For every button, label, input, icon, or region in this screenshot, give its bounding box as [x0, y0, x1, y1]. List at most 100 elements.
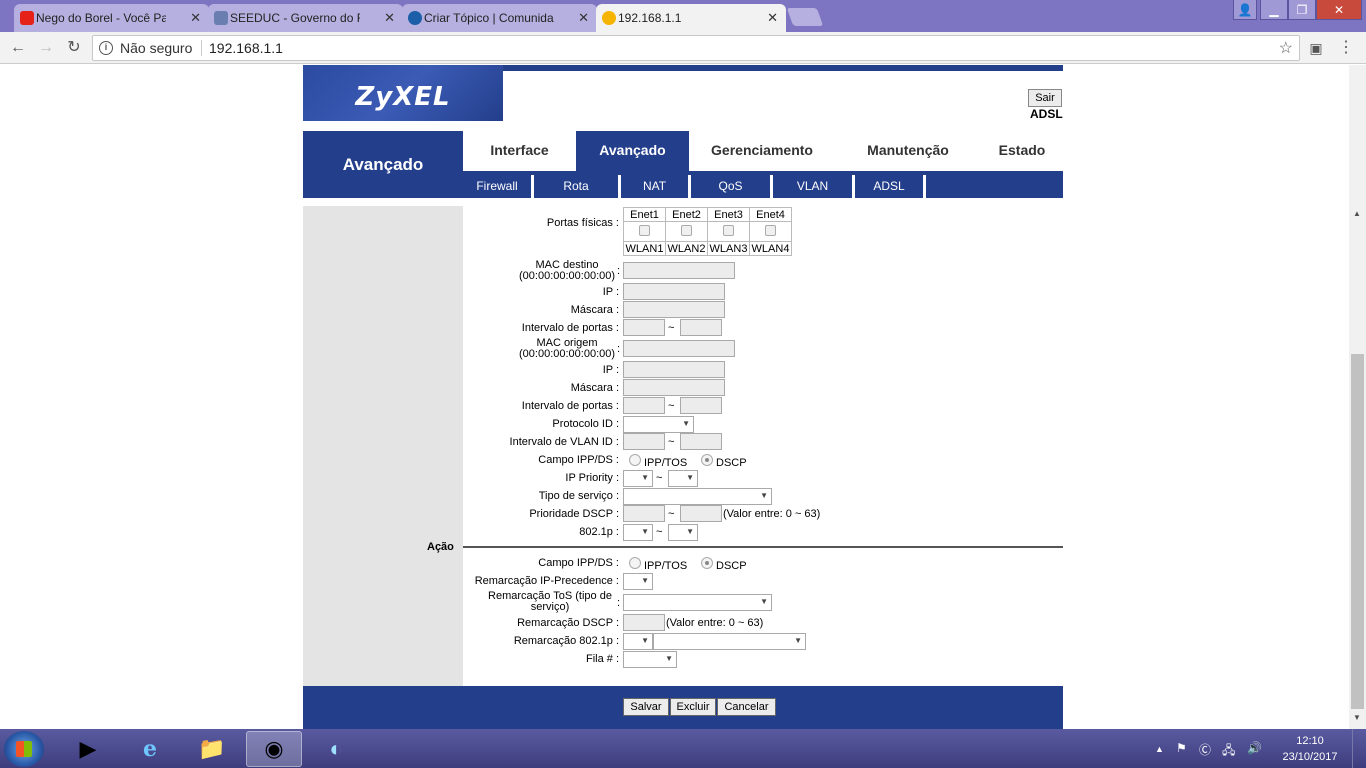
dest-mask-input[interactable] — [623, 301, 725, 318]
tab-interface[interactable]: Interface — [463, 131, 576, 171]
internet-explorer-icon[interactable]: e — [122, 731, 178, 767]
network-icon[interactable]: 🖧 — [1222, 741, 1235, 762]
vlan-start-input[interactable] — [623, 433, 665, 450]
ipp-tos-radio[interactable] — [629, 454, 641, 466]
subtab-adsl[interactable]: ADSL — [855, 175, 926, 198]
action-ipp-tos-radio[interactable] — [629, 557, 641, 569]
ip-priority-start-select[interactable] — [623, 470, 653, 487]
reload-icon[interactable]: ↻ — [64, 38, 84, 58]
port-checkbox-enet1[interactable] — [639, 224, 650, 236]
src-mask-input[interactable] — [623, 379, 725, 396]
scroll-up-icon[interactable]: ▲ — [1353, 209, 1361, 218]
action-ipp-tos-label: IPP/TOS — [644, 560, 688, 572]
browser-tab-youtube[interactable]: Nego do Borel - Você Pa ✕ — [14, 4, 209, 32]
minimize-icon[interactable]: ▁ — [1260, 0, 1288, 20]
action-section-title: Ação — [427, 541, 454, 553]
tab-manutencao[interactable]: Manutenção — [835, 131, 981, 171]
clock-date: 23/10/2017 — [1282, 751, 1338, 763]
bookmark-star-icon[interactable]: ☆ — [1279, 38, 1293, 58]
port-label: WLAN4 — [749, 241, 792, 256]
ports-table: Enet1 Enet2 Enet3 Enet4 WLAN1 WLAN2 WLAN… — [623, 207, 792, 256]
forward-icon[interactable]: → — [36, 38, 56, 58]
new-tab-button[interactable] — [786, 8, 824, 26]
close-window-icon[interactable]: ✕ — [1316, 0, 1362, 20]
ccleaner-icon[interactable]: ◐ — [308, 731, 364, 767]
scrollbar-thumb[interactable] — [1351, 354, 1364, 709]
dscp-start-input[interactable] — [623, 505, 665, 522]
logout-button[interactable]: Sair — [1028, 89, 1062, 107]
action-dscp-radio[interactable] — [701, 557, 713, 569]
tab-gerenciamento[interactable]: Gerenciamento — [689, 131, 835, 171]
mac-src-label: MAC origem (00:00:00:00:00:00) — [519, 338, 615, 360]
browser-tab-router[interactable]: 192.168.1.1 ✕ — [596, 4, 786, 32]
media-player-icon[interactable]: ▶ — [60, 731, 116, 767]
remark-tos-select[interactable] — [623, 594, 772, 611]
remark-dscp-input[interactable] — [623, 614, 665, 631]
port-label: WLAN2 — [665, 241, 708, 256]
back-icon[interactable]: ← — [8, 38, 28, 58]
dest-port-start-input[interactable] — [623, 319, 665, 336]
tab-estado[interactable]: Estado — [981, 131, 1063, 171]
port-checkbox-enet2[interactable] — [681, 224, 692, 236]
remark-8021p-select[interactable] — [623, 633, 653, 650]
dest-port-end-input[interactable] — [680, 319, 722, 336]
subtab-qos[interactable]: QoS — [691, 175, 773, 198]
dest-ip-label: IP : — [602, 286, 619, 298]
protocol-select[interactable] — [623, 416, 694, 433]
remark-8021p-value-select[interactable] — [653, 633, 806, 650]
src-ip-input[interactable] — [623, 361, 725, 378]
subtab-rota[interactable]: Rota — [534, 175, 621, 198]
mac-dest-hint: (00:00:00:00:00:00) — [519, 270, 616, 282]
browser-tab-seeduc[interactable]: SEEDUC - Governo do Ri ✕ — [208, 4, 403, 32]
src-port-start-input[interactable] — [623, 397, 665, 414]
remark-ipprec-select[interactable] — [623, 573, 653, 590]
mac-src-input[interactable] — [623, 340, 735, 357]
tos-select[interactable] — [623, 488, 772, 505]
delete-button[interactable]: Excluir — [670, 698, 716, 716]
action-center-flag-icon[interactable]: ⚑ — [1176, 741, 1187, 755]
info-icon[interactable]: i — [99, 41, 113, 55]
restore-icon[interactable]: ❐ — [1288, 0, 1316, 20]
tray-expand-icon[interactable]: ▲ — [1155, 744, 1164, 754]
port-checkbox-enet3[interactable] — [723, 224, 734, 236]
close-tab-icon[interactable]: ✕ — [578, 10, 589, 26]
seeduc-icon — [214, 11, 228, 25]
ip-priority-end-select[interactable] — [668, 470, 698, 487]
save-button[interactable]: Salvar — [623, 698, 669, 716]
close-tab-icon[interactable]: ✕ — [767, 10, 778, 26]
vlan-range-label: Intervalo de VLAN ID : — [509, 436, 619, 448]
dest-ip-input[interactable] — [623, 283, 725, 300]
close-tab-icon[interactable]: ✕ — [384, 10, 395, 26]
subtab-nat[interactable]: NAT — [621, 175, 691, 198]
subtab-vlan[interactable]: VLAN — [773, 175, 855, 198]
omnibox[interactable]: i Não seguro 192.168.1.1 ☆ — [92, 35, 1300, 61]
vlan-end-input[interactable] — [680, 433, 722, 450]
tab-avancado[interactable]: Avançado — [576, 131, 689, 171]
scroll-down-icon[interactable]: ▼ — [1353, 713, 1361, 722]
browser-tab-comunidade[interactable]: Criar Tópico | Comunidad ✕ — [402, 4, 597, 32]
subtab-firewall[interactable]: Firewall — [463, 175, 534, 198]
mac-dest-input[interactable] — [623, 262, 735, 279]
dot1p-end-select[interactable] — [668, 524, 698, 541]
cancel-button[interactable]: Cancelar — [717, 698, 776, 716]
menu-icon[interactable]: ⋮ — [1336, 38, 1356, 58]
file-explorer-icon[interactable]: 📁 — [184, 731, 240, 767]
dscp-radio[interactable] — [701, 454, 713, 466]
vertical-scrollbar[interactable]: ▲ ▼ — [1349, 65, 1366, 729]
start-button[interactable] — [4, 731, 44, 767]
url-text[interactable]: 192.168.1.1 — [209, 40, 283, 56]
src-port-end-input[interactable] — [680, 397, 722, 414]
extension-icon[interactable]: ▣ — [1306, 38, 1326, 58]
queue-select[interactable] — [623, 651, 677, 668]
src-ip-label: IP : — [602, 364, 619, 376]
volume-icon[interactable]: 🔊 — [1247, 741, 1262, 755]
chrome-icon[interactable]: ◉ — [246, 731, 302, 767]
dscp-end-input[interactable] — [680, 505, 722, 522]
ccleaner-tray-icon[interactable]: Ⓒ — [1199, 741, 1211, 758]
close-tab-icon[interactable]: ✕ — [190, 10, 201, 26]
user-profile-icon[interactable]: 👤 — [1233, 0, 1257, 20]
show-desktop-button[interactable] — [1352, 729, 1366, 768]
port-checkbox-enet4[interactable] — [765, 224, 776, 236]
dot1p-start-select[interactable] — [623, 524, 653, 541]
system-clock[interactable]: 12:10 23/10/2017 — [1275, 733, 1345, 765]
